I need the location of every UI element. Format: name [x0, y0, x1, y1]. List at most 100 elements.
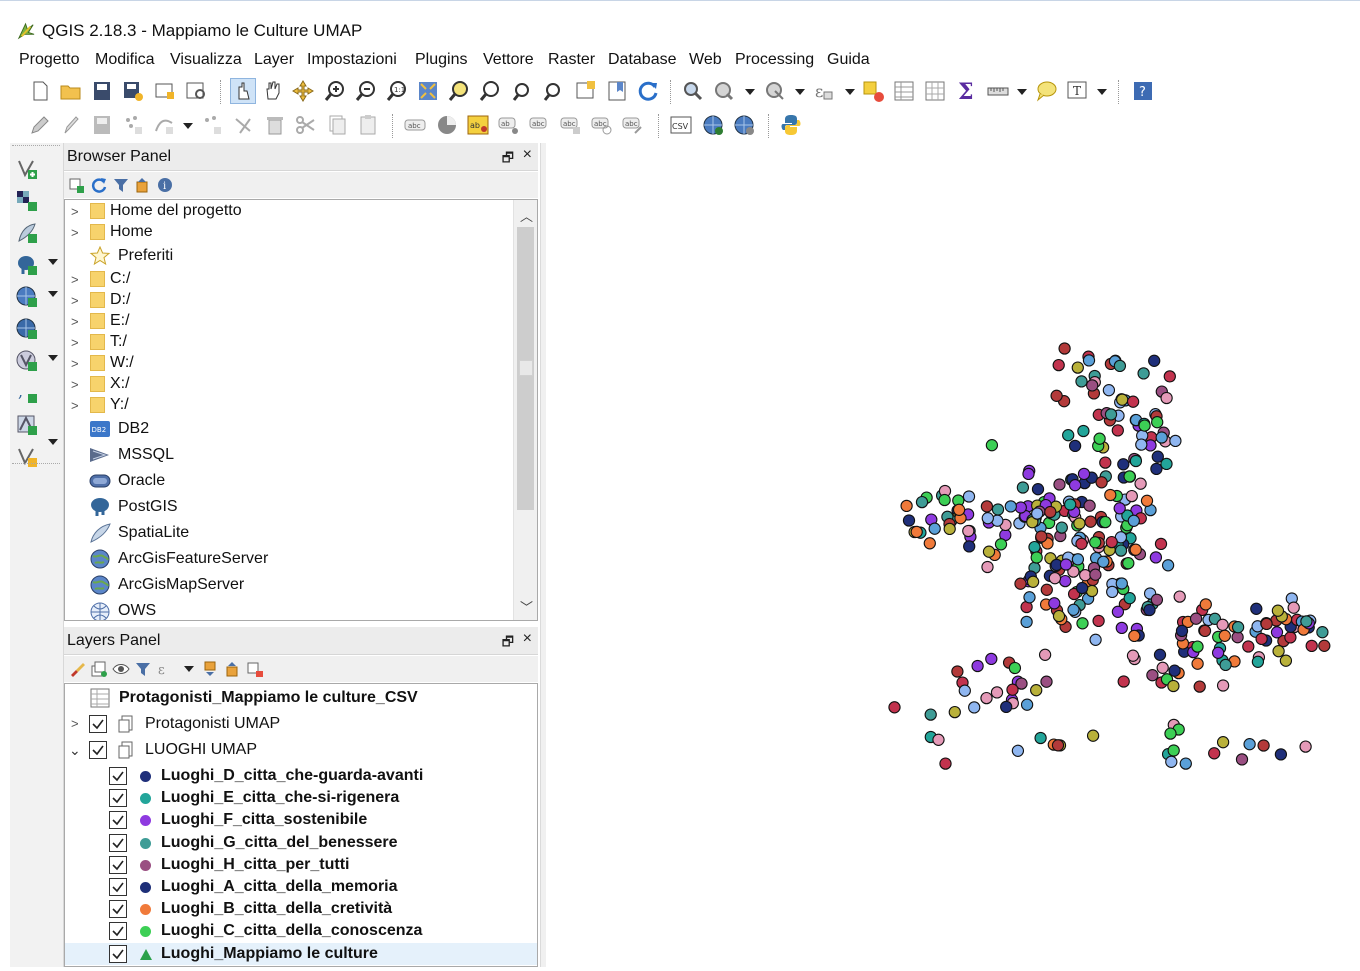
menu-modifica[interactable]: Modifica — [95, 51, 155, 69]
menu-impostazioni[interactable]: Impostazioni — [307, 51, 397, 69]
browser-item-oracle[interactable]: Oracle — [65, 470, 513, 492]
layer-checkbox[interactable] — [109, 767, 127, 785]
browser-scrollbar[interactable]: ︿ ﹀ — [513, 200, 537, 620]
chevron-right-icon[interactable]: > — [71, 335, 79, 350]
chevron-down-icon[interactable] — [48, 355, 58, 361]
add-delimited-text-layer-button[interactable]: , — [14, 379, 40, 407]
open-project-button[interactable] — [58, 78, 84, 104]
add-mssql-layer-button[interactable] — [14, 411, 40, 439]
cut-features-button[interactable] — [293, 112, 319, 138]
chevron-down-icon[interactable] — [1017, 89, 1027, 95]
chevron-right-icon[interactable]: > — [71, 356, 79, 371]
copy-features-button[interactable] — [324, 112, 350, 138]
add-wms-layer-button[interactable] — [700, 112, 726, 138]
move-feature-button[interactable] — [151, 112, 177, 138]
save-as-button[interactable] — [120, 78, 146, 104]
layer-row[interactable]: Luoghi_B_citta_della_cretività — [65, 898, 537, 920]
measure-line-button[interactable] — [985, 78, 1011, 104]
refresh-browser-button[interactable] — [90, 176, 108, 194]
manage-map-themes-button[interactable] — [112, 660, 130, 678]
new-map-view-button[interactable] — [573, 78, 599, 104]
filter-legend-button[interactable] — [134, 660, 152, 678]
browser-item-e-drive[interactable]: > E:/ — [65, 310, 513, 332]
add-csv-layer-button[interactable]: CSV — [668, 112, 694, 138]
layer-row[interactable]: Luoghi_A_citta_della_memoria — [65, 876, 537, 898]
menu-raster[interactable]: Raster — [548, 51, 595, 69]
browser-item-arcgisfeatureserver[interactable]: ArcGisFeatureServer — [65, 548, 513, 570]
help-contents-button[interactable]: ? — [1130, 78, 1156, 104]
paste-features-button[interactable] — [355, 112, 381, 138]
browser-item-x-drive[interactable]: > X:/ — [65, 373, 513, 395]
show-hide-labels-button[interactable]: abc — [527, 112, 553, 138]
move-label-button[interactable]: abc — [558, 112, 584, 138]
filter-by-expression-button[interactable]: ε — [156, 660, 174, 678]
chevron-down-icon[interactable] — [184, 666, 194, 672]
browser-item-ows[interactable]: OWS — [65, 600, 513, 620]
layer-row-protagonisti-csv[interactable]: Protagonisti_Mappiamo le culture_CSV — [65, 687, 537, 709]
browser-item-w-drive[interactable]: > W:/ — [65, 352, 513, 374]
zoom-actual-size-button[interactable]: 1:1 — [384, 78, 410, 104]
highlight-pinned-labels-button[interactable]: ab — [465, 112, 491, 138]
remove-layer-button[interactable] — [246, 660, 264, 678]
layer-checkbox[interactable] — [109, 789, 127, 808]
expand-all-button[interactable] — [202, 660, 220, 678]
layer-checkbox[interactable] — [89, 741, 107, 759]
float-panel-button[interactable]: 🗗 — [502, 633, 514, 655]
chevron-down-icon[interactable] — [795, 89, 805, 95]
layer-row[interactable]: Luoghi_H_citta_per_tutti — [65, 854, 537, 876]
map-canvas[interactable] — [546, 143, 1360, 967]
text-annotation-button[interactable]: T — [1064, 78, 1090, 104]
close-panel-button[interactable]: × — [523, 146, 532, 164]
menu-visualizza[interactable]: Visualizza — [170, 51, 242, 69]
layer-row[interactable]: Luoghi_G_citta_del_benessere — [65, 832, 537, 854]
chevron-right-icon[interactable]: > — [71, 716, 79, 731]
properties-info-button[interactable]: i — [156, 176, 174, 194]
layer-checkbox[interactable] — [109, 900, 127, 919]
add-wms-wmts-layer-button[interactable] — [14, 283, 40, 311]
layer-checkbox[interactable] — [109, 811, 127, 830]
collapse-all-button[interactable] — [134, 176, 152, 194]
python-console-button[interactable] — [778, 112, 804, 138]
layer-row[interactable]: Luoghi_C_citta_della_conoscenza — [65, 920, 537, 942]
save-project-button[interactable] — [89, 78, 115, 104]
zoom-full-button[interactable] — [415, 78, 441, 104]
layer-checkbox[interactable] — [109, 855, 127, 874]
chevron-down-icon[interactable]: ﹀ — [520, 597, 533, 616]
zoom-to-layer-button[interactable] — [477, 78, 503, 104]
open-attribute-table-button[interactable] — [891, 78, 917, 104]
add-raster-layer-button[interactable] — [14, 187, 40, 215]
close-panel-button[interactable]: × — [523, 630, 532, 648]
menu-layer[interactable]: Layer — [254, 51, 294, 69]
statistical-summary-button[interactable]: Σ — [953, 78, 979, 104]
chevron-down-icon[interactable] — [1097, 89, 1107, 95]
chevron-right-icon[interactable]: > — [71, 225, 79, 240]
browser-item-arcgismapserver[interactable]: ArcGisMapServer — [65, 574, 513, 596]
rotate-label-button[interactable]: abc — [589, 112, 615, 138]
add-virtual-layer-button[interactable] — [14, 347, 40, 375]
chevron-right-icon[interactable]: > — [71, 293, 79, 308]
zoom-to-selection-button[interactable] — [446, 78, 472, 104]
pan-touch-button[interactable] — [230, 78, 256, 104]
chevron-right-icon[interactable]: > — [71, 204, 79, 219]
browser-item-postgis[interactable]: PostGIS — [65, 496, 513, 518]
add-spatialite-layer-button[interactable] — [14, 219, 40, 247]
change-label-button[interactable]: abc — [620, 112, 646, 138]
node-tool-button[interactable] — [199, 112, 225, 138]
filter-browser-button[interactable] — [112, 176, 130, 194]
chevron-up-icon[interactable]: ︿ — [520, 206, 533, 225]
delete-selected-button[interactable] — [231, 112, 257, 138]
chevron-down-icon[interactable] — [48, 291, 58, 297]
chevron-down-icon[interactable] — [845, 89, 855, 95]
layer-checkbox[interactable] — [89, 715, 107, 733]
browser-item-mssql[interactable]: MSSQL — [65, 444, 513, 466]
refresh-button[interactable] — [635, 78, 661, 104]
layer-row[interactable]: Luoghi_Mappiamo le culture — [65, 942, 537, 965]
layer-checkbox[interactable] — [109, 833, 127, 852]
open-layer-styling-button[interactable] — [68, 660, 86, 678]
browser-item-y-drive[interactable]: > Y:/ — [65, 394, 513, 416]
save-layer-edits-button[interactable] — [89, 112, 115, 138]
current-edits-button[interactable] — [27, 112, 53, 138]
layer-group-luoghi-umap[interactable]: ⌄ LUOGHI UMAP — [65, 739, 537, 761]
layer-group-protagonisti-umap[interactable]: > Protagonisti UMAP — [65, 713, 537, 735]
toolbar-grip[interactable] — [12, 463, 60, 467]
